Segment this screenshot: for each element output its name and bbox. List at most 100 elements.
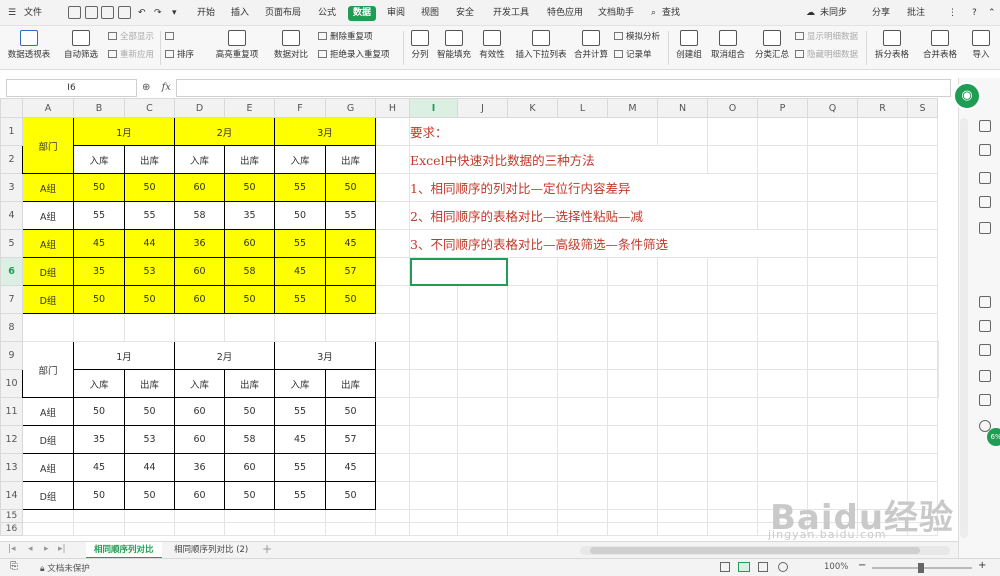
- table1-dept-header[interactable]: 部门: [22, 117, 74, 174]
- row-header[interactable]: 10: [0, 369, 23, 398]
- cell[interactable]: [857, 145, 908, 174]
- table2-value-cell[interactable]: 45: [325, 453, 376, 482]
- table1-value-cell[interactable]: 53: [124, 257, 175, 286]
- menu-dev-tools[interactable]: 开发工具: [493, 0, 529, 26]
- cell[interactable]: [657, 117, 708, 146]
- merge-table-button[interactable]: 合并表格: [918, 26, 962, 70]
- cell[interactable]: [907, 145, 938, 174]
- cell[interactable]: [807, 173, 858, 202]
- comment-button[interactable]: 批注: [907, 0, 925, 26]
- cell[interactable]: [657, 341, 708, 370]
- table1-value-cell[interactable]: 50: [73, 173, 125, 202]
- cell[interactable]: [757, 201, 808, 230]
- table-icon[interactable]: [979, 172, 991, 184]
- column-header[interactable]: L: [557, 98, 608, 118]
- table1-month-header[interactable]: 1月: [73, 117, 175, 146]
- table1-value-cell[interactable]: 60: [224, 229, 275, 258]
- table1-value-cell[interactable]: 45: [274, 257, 326, 286]
- cell[interactable]: [375, 522, 410, 536]
- table2-value-cell[interactable]: 36: [174, 453, 225, 482]
- cell[interactable]: [457, 313, 508, 342]
- column-header[interactable]: M: [607, 98, 658, 118]
- cell[interactable]: [857, 397, 908, 426]
- table2-value-cell[interactable]: 55: [274, 453, 326, 482]
- row-header[interactable]: 13: [0, 453, 23, 482]
- menu-page-layout[interactable]: 页面布局: [265, 0, 301, 26]
- column-header-selected[interactable]: I: [409, 98, 458, 118]
- cell[interactable]: [409, 369, 458, 398]
- more-icon[interactable]: ⋮: [948, 0, 957, 26]
- reading-mode-icon[interactable]: [778, 562, 788, 572]
- cell[interactable]: [457, 509, 508, 523]
- table1-value-cell[interactable]: 55: [274, 285, 326, 314]
- column-header[interactable]: B: [73, 98, 125, 118]
- row-header[interactable]: 12: [0, 425, 23, 454]
- cell[interactable]: [937, 341, 939, 370]
- table2-value-cell[interactable]: 55: [274, 481, 326, 510]
- cell[interactable]: [807, 313, 858, 342]
- cell[interactable]: [807, 397, 858, 426]
- cell[interactable]: [857, 229, 908, 258]
- cell[interactable]: [607, 522, 658, 536]
- table2-value-cell[interactable]: 58: [224, 425, 275, 454]
- table2-value-cell[interactable]: 50: [124, 481, 175, 510]
- table2-sub-header[interactable]: 出库: [124, 369, 175, 398]
- cell[interactable]: [807, 341, 858, 370]
- cell[interactable]: [375, 397, 410, 426]
- cell[interactable]: [857, 369, 908, 398]
- cell[interactable]: [325, 509, 376, 523]
- row-header[interactable]: 8: [0, 313, 23, 342]
- column-header[interactable]: J: [457, 98, 508, 118]
- cell[interactable]: [409, 285, 458, 314]
- cell[interactable]: [224, 313, 275, 342]
- table2-dept-cell[interactable]: A组: [22, 397, 74, 426]
- remove-duplicates-button[interactable]: 删除重复项: [318, 30, 373, 44]
- cell[interactable]: [607, 257, 658, 286]
- cell[interactable]: [557, 397, 608, 426]
- cell[interactable]: [707, 397, 758, 426]
- cell[interactable]: [557, 369, 608, 398]
- row-header[interactable]: 4: [0, 201, 23, 230]
- cell[interactable]: [757, 285, 808, 314]
- cell[interactable]: [375, 313, 410, 342]
- autofilter-button[interactable]: 自动筛选: [62, 26, 100, 70]
- column-header[interactable]: O: [707, 98, 758, 118]
- formula-input[interactable]: [176, 79, 951, 97]
- table1-value-cell[interactable]: 44: [124, 229, 175, 258]
- zoom-out-icon[interactable]: −: [858, 560, 866, 571]
- cell[interactable]: [507, 509, 558, 523]
- cell[interactable]: [657, 145, 708, 174]
- cell[interactable]: [857, 313, 908, 342]
- cell[interactable]: [409, 453, 458, 482]
- settings-icon[interactable]: [979, 394, 991, 406]
- cell[interactable]: [375, 117, 410, 146]
- quick-access-more-icon[interactable]: ▾: [172, 0, 177, 26]
- menu-special[interactable]: 特色应用: [547, 0, 583, 26]
- cell[interactable]: [607, 341, 658, 370]
- column-header[interactable]: E: [224, 98, 275, 118]
- menu-data[interactable]: 数据: [348, 6, 377, 21]
- cell[interactable]: [557, 313, 608, 342]
- share-icon[interactable]: [979, 320, 991, 332]
- sync-status[interactable]: 未同步: [820, 0, 847, 26]
- collapse-ribbon-icon[interactable]: ⌃: [988, 0, 996, 26]
- row-header[interactable]: 2: [0, 145, 23, 174]
- cell[interactable]: [807, 453, 858, 482]
- table2-value-cell[interactable]: 60: [174, 481, 225, 510]
- cell[interactable]: [375, 509, 410, 523]
- file-menu[interactable]: 文件: [24, 0, 42, 26]
- cell[interactable]: [807, 229, 858, 258]
- cell[interactable]: [557, 481, 608, 510]
- table1-month-header[interactable]: 2月: [174, 117, 275, 146]
- active-cell-I6[interactable]: [409, 257, 508, 286]
- table1-sub-header[interactable]: 出库: [124, 145, 175, 174]
- column-header[interactable]: P: [757, 98, 808, 118]
- cell[interactable]: [22, 522, 74, 536]
- cell[interactable]: [507, 313, 558, 342]
- cell[interactable]: [607, 313, 658, 342]
- table1-value-cell[interactable]: 55: [73, 201, 125, 230]
- column-header[interactable]: G: [325, 98, 376, 118]
- cell[interactable]: [274, 522, 326, 536]
- network-icon[interactable]: ◉: [953, 82, 981, 110]
- sheet-tab[interactable]: 相同顺序列对比 (2): [166, 542, 256, 559]
